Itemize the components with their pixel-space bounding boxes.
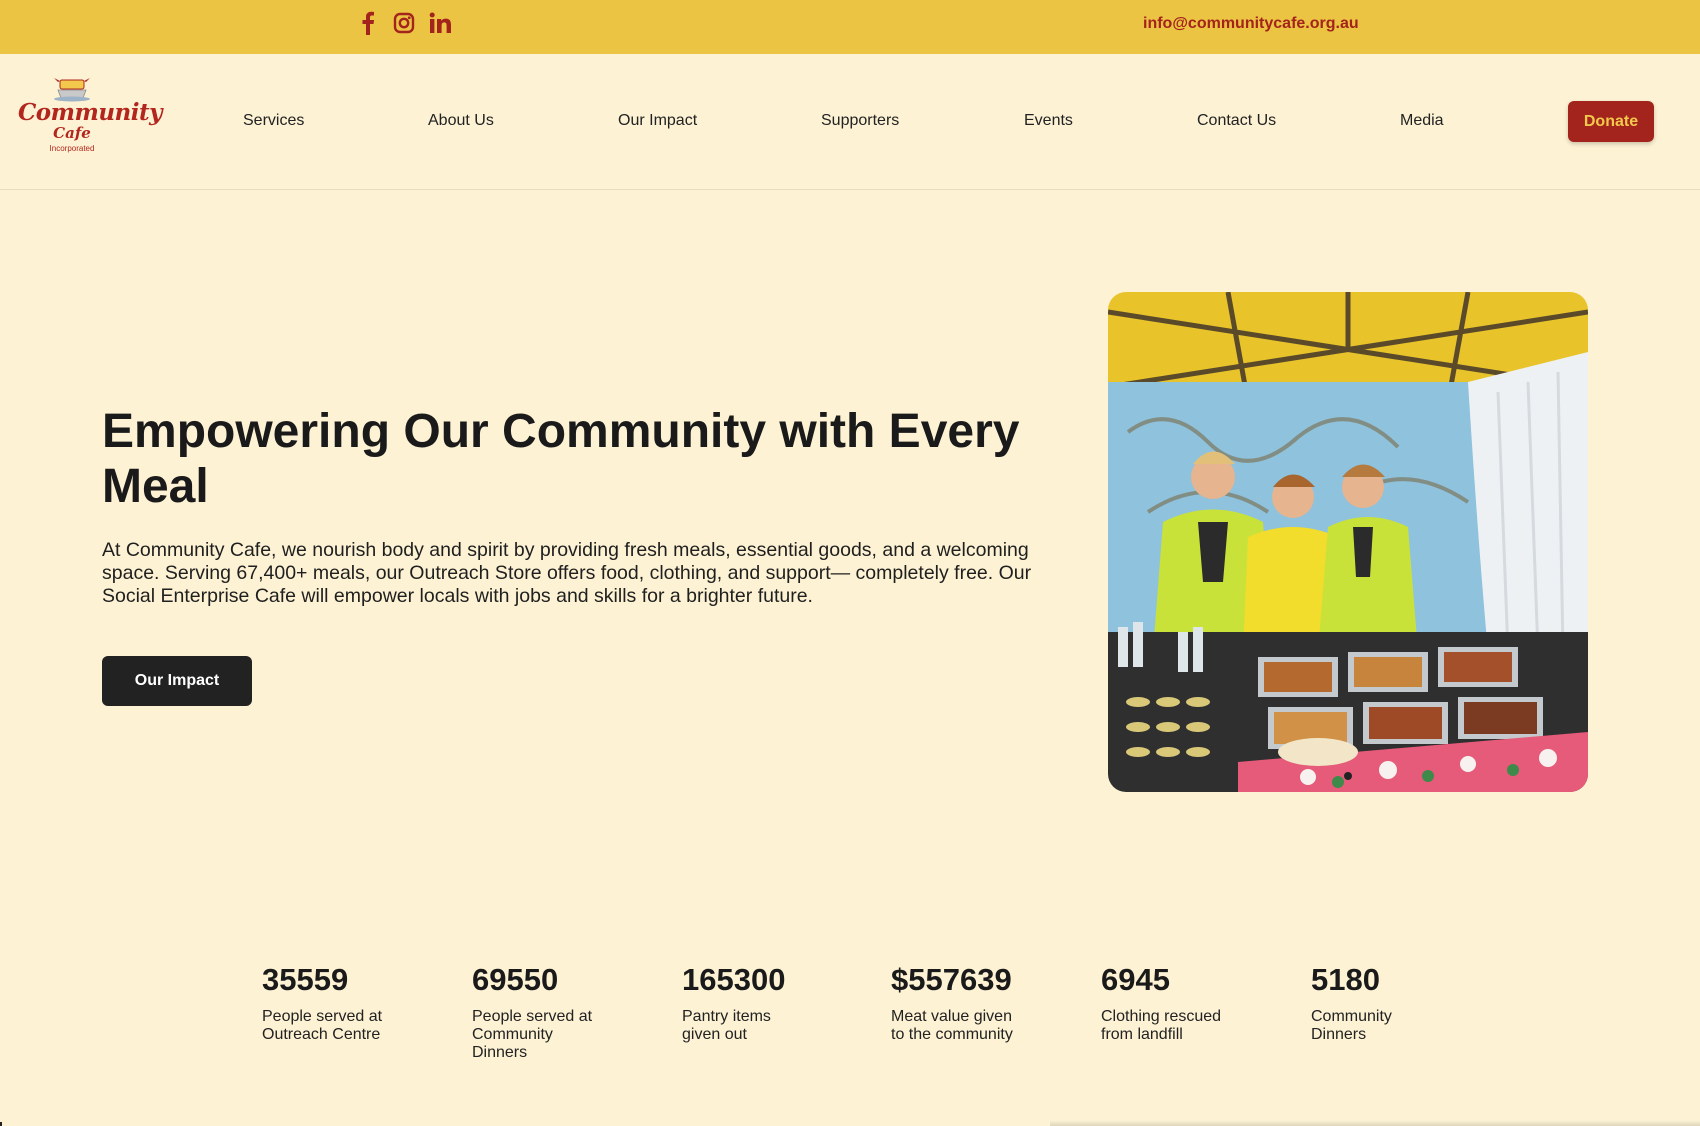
stat-label: People served at Community Dinners — [472, 1008, 593, 1061]
donate-button[interactable]: Donate — [1568, 101, 1654, 142]
stat-label: Clothing rescued from landfill — [1101, 1008, 1222, 1043]
stat-label: Pantry items given out — [682, 1008, 771, 1043]
hero-description: At Community Cafe, we nourish body and s… — [102, 539, 1032, 607]
bottom-shadow — [1050, 1120, 1700, 1126]
linkedin-icon[interactable] — [428, 10, 452, 36]
contact-email-link[interactable]: info@communitycafe.org.au — [1143, 15, 1359, 33]
edge-marker — [0, 1122, 2, 1126]
stat-value: 165300 — [682, 962, 786, 997]
nav-media[interactable]: Media — [1400, 112, 1444, 130]
stat-meat-value: $557639 Meat value given to the communit… — [891, 962, 1071, 1044]
nav-supporters[interactable]: Supporters — [821, 112, 899, 130]
nav-services[interactable]: Services — [243, 112, 304, 130]
stat-community-dinners: 5180 Community Dinners — [1311, 962, 1491, 1044]
stat-value: $557639 — [891, 962, 1012, 997]
stat-label: Meat value given to the community — [891, 1008, 1013, 1043]
site-header: Community Cafe Incorporated Services Abo… — [0, 54, 1700, 190]
stat-value: 35559 — [262, 962, 349, 997]
logo-wordmark-cafe: Cafe — [53, 124, 91, 142]
nav-contact-us[interactable]: Contact Us — [1197, 112, 1276, 130]
stat-value: 69550 — [472, 962, 559, 997]
nav-events[interactable]: Events — [1024, 112, 1073, 130]
logo-subtitle: Incorporated — [49, 144, 95, 153]
nav-our-impact[interactable]: Our Impact — [618, 112, 697, 130]
stat-value: 5180 — [1311, 962, 1380, 997]
stat-label: Community Dinners — [1311, 1008, 1392, 1043]
stat-clothing-rescued: 6945 Clothing rescued from landfill — [1101, 962, 1281, 1044]
logo[interactable]: Community Cafe Incorporated — [14, 78, 163, 158]
stat-community-dinners-people: 69550 People served at Community Dinners — [472, 962, 652, 1062]
stat-value: 6945 — [1101, 962, 1170, 997]
social-links — [356, 10, 452, 36]
hero-photo — [1108, 292, 1588, 792]
instagram-icon[interactable] — [392, 10, 416, 36]
stat-pantry-items: 165300 Pantry items given out — [682, 962, 862, 1044]
stat-label: People served at Outreach Centre — [262, 1008, 383, 1043]
our-impact-button[interactable]: Our Impact — [102, 656, 252, 706]
top-bar: info@communitycafe.org.au — [0, 0, 1700, 54]
logo-wordmark: Community — [18, 99, 163, 126]
facebook-icon[interactable] — [356, 10, 380, 36]
hero-title: Empowering Our Community with Every Meal — [102, 405, 1020, 513]
nav-about-us[interactable]: About Us — [428, 112, 494, 130]
stat-outreach-centre: 35559 People served at Outreach Centre — [262, 962, 442, 1044]
